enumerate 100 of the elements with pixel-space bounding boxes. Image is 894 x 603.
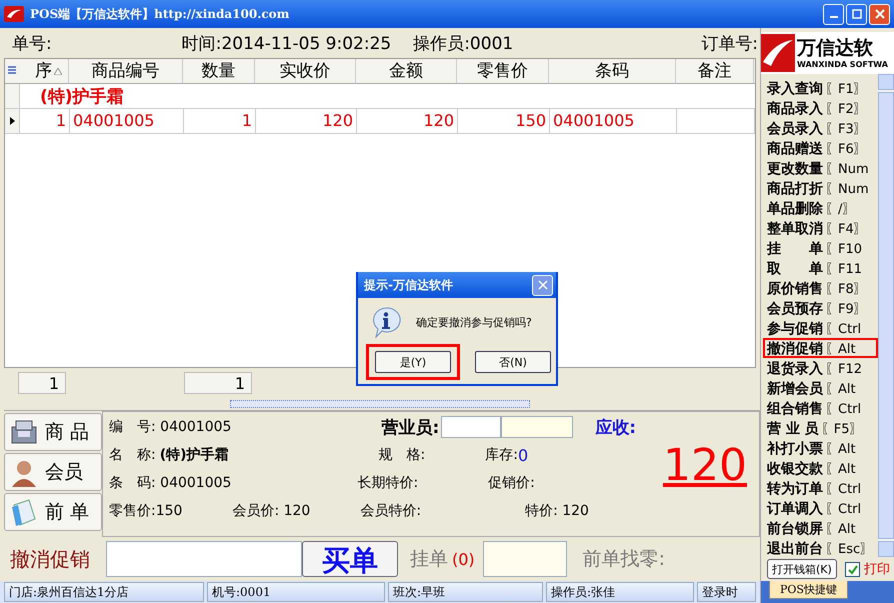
table-cell: 1 <box>184 109 256 133</box>
hold-count: (0) <box>452 550 475 568</box>
status-field: 班次:早班 <box>388 582 543 602</box>
shortcut-item[interactable]: 单品删除〖/〗 <box>763 198 878 218</box>
total-cell: 1 <box>184 372 252 394</box>
column-header[interactable]: 序 <box>19 59 69 83</box>
scrollbar[interactable] <box>878 74 894 557</box>
shortcut-item[interactable]: 订单调入〖Ctrl <box>763 498 878 518</box>
name-label: 名 称: <box>109 446 156 464</box>
maximize-icon <box>852 9 862 19</box>
close-button[interactable] <box>869 4 890 24</box>
special-price-text: 特价: 120 <box>525 502 589 520</box>
column-header[interactable]: 商品编号 <box>69 59 183 83</box>
print-label: 打印 <box>864 561 890 578</box>
shortcut-item[interactable]: 会员预存〖F9〗 <box>763 298 878 318</box>
shortcut-item[interactable]: 会员录入〖F3〗 <box>763 118 878 138</box>
column-header[interactable]: 条码 <box>549 59 676 83</box>
column-header[interactable]: 数量 <box>183 59 255 83</box>
status-field: 登录时 <box>697 582 756 602</box>
logo-subtitle: WANXINDA SOFTWA <box>797 58 888 70</box>
stock-label: 库存: <box>485 446 518 464</box>
logo-name: 万信达软 <box>797 36 874 58</box>
checkout-button[interactable]: 买单 <box>302 541 398 577</box>
clerk-input[interactable] <box>441 416 502 438</box>
dialog-button[interactable]: 是(Y) <box>375 351 451 373</box>
shortcut-item[interactable]: 组合销售〖Ctrl <box>763 398 878 418</box>
due-label: 应收: <box>595 416 636 438</box>
shortcut-item[interactable]: 原价销售〖F8〗 <box>763 278 878 298</box>
list-icon <box>8 66 16 76</box>
info-icon <box>370 306 402 338</box>
member-special-label: 会员特价: <box>360 502 422 520</box>
time-text: 时间:2014-11-05 9:02:25 <box>182 32 392 54</box>
table-cell: 150 <box>458 109 550 133</box>
tab[interactable]: POS快捷键 <box>769 581 848 599</box>
nav-button[interactable]: 商 品 <box>4 413 102 451</box>
dialog-title: 提示-万信达软件 <box>364 276 453 294</box>
shortcut-item[interactable]: 补打小票〖Alt <box>763 438 878 458</box>
row-pointer-icon <box>10 117 14 125</box>
status-field: 门店:泉州百信达1分店 <box>4 582 204 602</box>
status-field: 操作员:张佳 <box>546 582 694 602</box>
shortcut-item[interactable]: 挂 单〖F10 <box>763 238 878 258</box>
change-label: 前单找零: <box>582 547 666 572</box>
dialog-button[interactable]: 否(N) <box>475 351 551 373</box>
window-title: POS端【万信达软件】http://xinda100.com <box>30 6 290 22</box>
table-cell: 120 <box>256 109 357 133</box>
scan-input[interactable] <box>106 541 302 577</box>
amount-due: 120 <box>663 440 747 491</box>
clerk-label: 营业员: <box>381 416 440 438</box>
column-header[interactable]: 实收价 <box>255 59 356 83</box>
dialog-message: 确定要撤消参与促销吗? <box>416 314 532 330</box>
column-header[interactable]: 备注 <box>676 59 754 83</box>
shortcut-item[interactable]: 转为订单〖Ctrl <box>763 478 878 498</box>
shortcut-item[interactable]: 前台锁屏〖Alt <box>763 518 878 538</box>
table-cell: 04001005 <box>70 109 184 133</box>
shortcut-item[interactable]: 退出前台〖Esc〗 <box>763 538 878 557</box>
nav-button[interactable]: 前 单 <box>4 493 102 531</box>
shortcut-item[interactable]: 新增会员〖Alt <box>763 378 878 398</box>
group-row-text: (特)护手霜 <box>39 86 124 108</box>
retail-price-text: 零售价:150 <box>109 502 182 520</box>
shortcut-item[interactable]: 整单取消〖F4〗 <box>763 218 878 238</box>
close-icon <box>874 9 884 19</box>
print-checkbox[interactable] <box>844 562 860 576</box>
table-cell: 04001005 <box>550 109 677 133</box>
name-text: (特)护手霜 <box>160 446 229 464</box>
table-cell: 1 <box>20 109 70 133</box>
column-header[interactable]: 金额 <box>356 59 457 83</box>
splitter-handle[interactable] <box>230 400 530 408</box>
clerk-name-input[interactable] <box>501 416 574 438</box>
table-cell: 120 <box>357 109 458 133</box>
nav-button[interactable]: 会员 <box>4 453 102 491</box>
column-header[interactable]: 零售价 <box>457 59 549 83</box>
shortcut-item[interactable]: 商品赠送〖F6〗 <box>763 138 878 158</box>
shortcut-item[interactable]: 撤消促销〖Alt <box>763 338 878 358</box>
status-field: 机号:0001 <box>207 582 385 602</box>
code-text: 编 号: 04001005 <box>109 418 232 436</box>
shortcut-item[interactable]: 录入查询〖F1〗 <box>763 78 878 98</box>
total-cell: 1 <box>18 372 66 394</box>
order-ref-label: 订单号: <box>701 32 758 54</box>
shortcut-item[interactable]: 商品打折〖Num <box>763 178 878 198</box>
stock-value: 0 <box>518 446 528 464</box>
hold-label: 挂单 <box>410 547 448 572</box>
shortcut-item[interactable]: 商品录入〖F2〗 <box>763 98 878 118</box>
shortcut-item[interactable]: 取 单〖F11 <box>763 258 878 278</box>
minimize-button[interactable] <box>823 4 844 24</box>
shortcut-item[interactable]: 退货录入〖F12 <box>763 358 878 378</box>
app-logo-icon <box>4 6 24 22</box>
mode-label: 撤消促销 <box>10 546 91 572</box>
minimize-icon <box>830 16 838 18</box>
order-number-label: 单号: <box>12 32 52 54</box>
shortcut-item[interactable]: 参与促销〖Ctrl <box>763 318 878 338</box>
maximize-button[interactable] <box>846 4 867 24</box>
sort-icon <box>54 68 62 75</box>
close-button[interactable] <box>532 274 553 296</box>
shortcut-item[interactable]: 收银交款〖Alt <box>763 458 878 478</box>
promo-price-label: 促销价: <box>488 474 535 492</box>
shortcut-item[interactable]: 更改数量〖Num <box>763 158 878 178</box>
cash-drawer-button[interactable]: 打开钱箱(K) <box>767 559 837 579</box>
member-price-text: 会员价: 120 <box>232 502 310 520</box>
shortcut-item[interactable]: 营 业 员〖F5〗 <box>763 418 878 438</box>
hold-input[interactable] <box>482 541 567 577</box>
